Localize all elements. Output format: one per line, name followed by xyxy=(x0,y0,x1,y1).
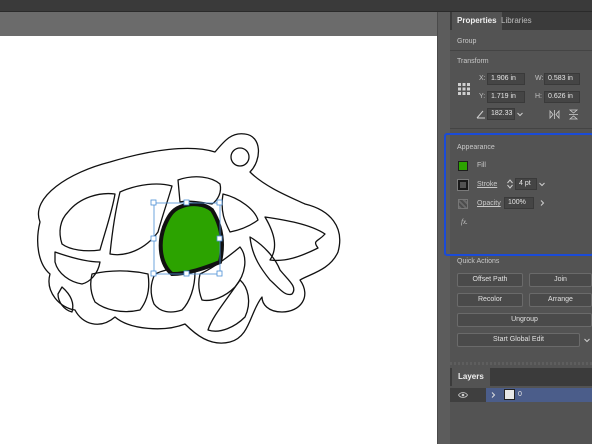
selected-green-shape xyxy=(158,202,224,277)
layer-row[interactable]: 0 xyxy=(450,388,592,402)
start-global-edit-button[interactable]: Start Global Edit xyxy=(457,333,580,347)
neck-detail xyxy=(249,236,295,296)
canvas-area[interactable] xyxy=(0,12,450,444)
panel-tabbar: Properties Libraries xyxy=(450,12,592,30)
top-toolbar-strip xyxy=(0,0,592,12)
layer-name[interactable]: 0 xyxy=(518,391,522,398)
x-field[interactable]: 1.906 in xyxy=(487,73,525,85)
layer-selection-highlight xyxy=(486,388,592,402)
chevron-down-icon[interactable] xyxy=(538,180,546,188)
h-field[interactable]: 0.626 in xyxy=(544,91,580,103)
arrange-button[interactable]: Arrange xyxy=(529,293,592,307)
turtle-artwork[interactable] xyxy=(0,36,437,444)
chevron-down-icon[interactable] xyxy=(583,336,591,344)
tab-properties[interactable]: Properties xyxy=(452,12,502,30)
opacity-field[interactable]: 100% xyxy=(504,197,534,209)
flip-horizontal-icon[interactable] xyxy=(549,109,560,120)
shell-segment xyxy=(59,192,116,252)
layers-tabbar: Layers xyxy=(450,368,592,386)
reference-point-icon[interactable] xyxy=(457,82,471,96)
offset-path-button[interactable]: Offset Path xyxy=(457,273,523,287)
head-detail xyxy=(264,216,326,262)
x-label: X: xyxy=(479,75,486,82)
angle-field[interactable]: 182.33 xyxy=(487,108,515,120)
shell-segment xyxy=(54,251,101,285)
fx-effects-button[interactable]: fx. xyxy=(461,218,468,226)
rotate-angle-icon xyxy=(476,110,485,119)
properties-panel: Properties Libraries Group Transform X: … xyxy=(444,12,592,444)
expand-chevron-icon[interactable] xyxy=(489,391,497,399)
layer-thumbnail xyxy=(504,389,515,400)
shell-segment xyxy=(207,279,250,332)
transform-title: Transform xyxy=(457,58,489,65)
y-field[interactable]: 1.719 in xyxy=(487,91,525,103)
stroke-label[interactable]: Stroke xyxy=(477,181,497,188)
shell-segment xyxy=(57,286,74,313)
appearance-title: Appearance xyxy=(457,144,495,151)
stroke-swatch[interactable] xyxy=(457,179,469,191)
stroke-stepper-icon[interactable] xyxy=(506,178,514,190)
tab-libraries[interactable]: Libraries xyxy=(496,12,537,30)
y-label: Y: xyxy=(479,93,486,100)
fill-label[interactable]: Fill xyxy=(477,162,486,169)
appearance-highlight xyxy=(444,133,592,256)
tab-layers[interactable]: Layers xyxy=(452,368,490,386)
recolor-button[interactable]: Recolor xyxy=(457,293,523,307)
divider xyxy=(450,50,592,51)
flip-vertical-icon[interactable] xyxy=(568,109,579,120)
chevron-down-icon[interactable] xyxy=(516,110,524,118)
artboard[interactable] xyxy=(0,36,437,444)
shell-segment xyxy=(90,270,150,313)
w-field[interactable]: 0.583 in xyxy=(544,73,580,85)
quick-actions-title: Quick Actions xyxy=(457,258,500,265)
ungroup-button[interactable]: Ungroup xyxy=(457,313,592,327)
chevron-right-icon[interactable] xyxy=(538,199,546,207)
join-button[interactable]: Join xyxy=(529,273,592,287)
eye-icon[interactable] xyxy=(458,391,468,399)
opacity-label[interactable]: Opacity xyxy=(477,200,501,207)
panel-resize-handle[interactable] xyxy=(450,362,592,365)
divider xyxy=(450,128,592,129)
fill-swatch[interactable] xyxy=(458,161,468,171)
stroke-weight-field[interactable]: 4 pt xyxy=(515,178,537,190)
shell-segment xyxy=(221,193,259,233)
selection-type-label: Group xyxy=(457,38,477,45)
w-label: W: xyxy=(535,75,544,82)
h-label: H: xyxy=(535,93,542,100)
opacity-icon xyxy=(458,199,468,209)
